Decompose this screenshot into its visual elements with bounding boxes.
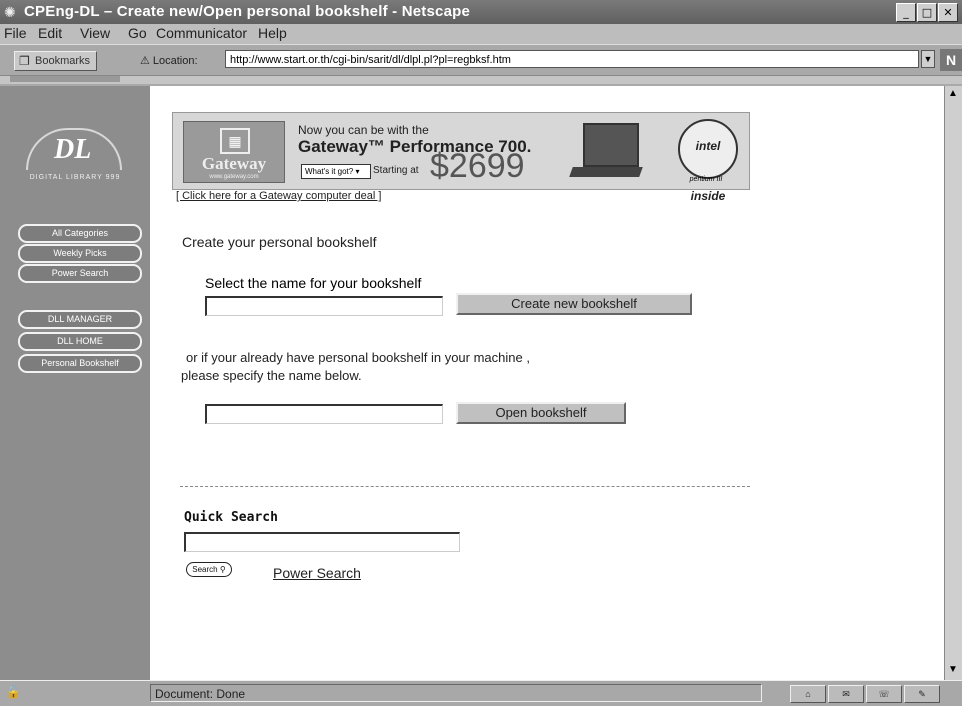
open-instructions-line-1: or if your already have personal bookshe… [186, 350, 530, 365]
location-label-text: Location: [152, 55, 198, 67]
toolbar-collapse-tab[interactable] [10, 76, 120, 82]
quick-search-label: Quick Search [184, 510, 278, 525]
maximize-button[interactable]: □ [917, 3, 937, 22]
minimize-button[interactable]: _ [896, 3, 916, 22]
main-content: ▦ Gateway www.gateway.com Now you can be… [150, 86, 944, 680]
vertical-scrollbar[interactable]: ▲ ▼ [944, 86, 962, 680]
bookmarks-button[interactable]: ❐ Bookmarks [14, 51, 98, 71]
scroll-up-icon[interactable]: ▲ [948, 88, 958, 99]
gateway-logo: ▦ Gateway www.gateway.com [183, 121, 285, 183]
close-button[interactable]: ✕ [938, 3, 958, 22]
url-dropdown-icon[interactable]: ▼ [921, 50, 935, 68]
dl-logo[interactable]: DL DIGITAL LIBRARY 999 [14, 124, 136, 186]
security-lock-icon[interactable]: 🔓 [6, 685, 22, 701]
ad-price: $2699 [430, 147, 525, 185]
bookmark-icon: ❐ [19, 54, 30, 68]
bookmarks-label: Bookmarks [35, 55, 91, 67]
sidebar-item-all-categories[interactable]: All Categories [18, 224, 142, 243]
sidebar-item-dll-manager[interactable]: DLL MANAGER [18, 310, 142, 329]
open-bookshelf-button[interactable]: Open bookshelf [456, 402, 626, 424]
status-text: Document: Done [150, 684, 762, 702]
sidebar-item-power-search[interactable]: Power Search [18, 264, 142, 283]
computer-icon [583, 123, 639, 167]
menu-help[interactable]: Help [258, 25, 287, 41]
page-heading: Create your personal bookshelf [182, 234, 377, 250]
logo-subtitle: DIGITAL LIBRARY 999 [29, 174, 121, 181]
location-label: ⚠ Location: [140, 54, 198, 67]
ad-line-1: Now you can be with the [298, 123, 429, 137]
url-field[interactable]: http://www.start.or.th/cgi-bin/sarit/dl/… [225, 50, 919, 68]
location-toolbar: ❐ Bookmarks ⚠ Location: http://www.start.… [0, 44, 962, 87]
logo-text: DL [54, 134, 92, 165]
netscape-logo: N [940, 49, 962, 71]
starting-at-label: Starting at [373, 165, 419, 176]
mail-icon[interactable]: ✉ [828, 685, 864, 703]
open-instructions-line-2: please specify the name below. [181, 368, 362, 383]
menu-edit[interactable]: Edit [38, 25, 62, 41]
gateway-url: www.gateway.com [209, 174, 259, 180]
sidebar-item-personal-bookshelf[interactable]: Personal Bookshelf [18, 354, 142, 373]
status-bar: 🔓 Document: Done ⌂ ✉ ☏ ✎ [0, 680, 962, 706]
sidebar-item-dll-home[interactable]: DLL HOME [18, 332, 142, 351]
binoculars-icon: ⚲ [219, 565, 226, 574]
menu-view[interactable]: View [80, 25, 110, 41]
create-bookshelf-label: Select the name for your bookshelf [205, 275, 422, 291]
gateway-brand: Gateway [201, 154, 267, 173]
gateway-box-icon: ▦ [220, 128, 250, 154]
search-button-label: Search [192, 565, 218, 574]
create-bookshelf-button[interactable]: Create new bookshelf [456, 293, 692, 315]
menu-go[interactable]: Go [128, 25, 147, 41]
power-search-link[interactable]: Power Search [273, 565, 361, 581]
whats-it-got-label: What's it got? [305, 167, 354, 176]
whats-it-got-dropdown[interactable]: What's it got? ▾ [301, 164, 371, 179]
gateway-deal-link[interactable]: [ Click here for a Gateway computer deal… [176, 190, 381, 202]
search-button[interactable]: Search ⚲ [186, 562, 232, 577]
sidebar: DL DIGITAL LIBRARY 999 All Categories We… [0, 86, 150, 680]
title-bar: ✺ CPEng-DL – Create new/Open personal bo… [0, 0, 962, 24]
new-bookshelf-name-input[interactable] [205, 296, 443, 316]
intel-inside-logo: intel inside [678, 119, 738, 203]
section-divider [180, 486, 750, 487]
quick-search-input[interactable] [184, 532, 460, 552]
page-proxy-icon[interactable]: ⚠ [140, 55, 150, 67]
sidebar-item-weekly-picks[interactable]: Weekly Picks [18, 244, 142, 263]
discussion-icon[interactable]: ☏ [866, 685, 902, 703]
open-bookshelf-name-input[interactable] [205, 404, 443, 424]
gateway-ad-banner[interactable]: ▦ Gateway www.gateway.com Now you can be… [172, 112, 750, 203]
navigator-icon[interactable]: ⌂ [790, 685, 826, 703]
toolbar-tab-strip [0, 75, 962, 84]
scroll-down-icon[interactable]: ▼ [948, 664, 958, 675]
keyboard-icon [569, 167, 643, 177]
menu-file[interactable]: File [4, 25, 27, 41]
netscape-icon: ✺ [4, 4, 16, 20]
window-title: CPEng-DL – Create new/Open personal book… [24, 3, 471, 20]
menu-bar: File Edit View Go Communicator Help [0, 24, 962, 44]
pentium-label: pentium III [689, 176, 723, 183]
composer-icon[interactable]: ✎ [904, 685, 940, 703]
menu-communicator[interactable]: Communicator [156, 25, 247, 41]
